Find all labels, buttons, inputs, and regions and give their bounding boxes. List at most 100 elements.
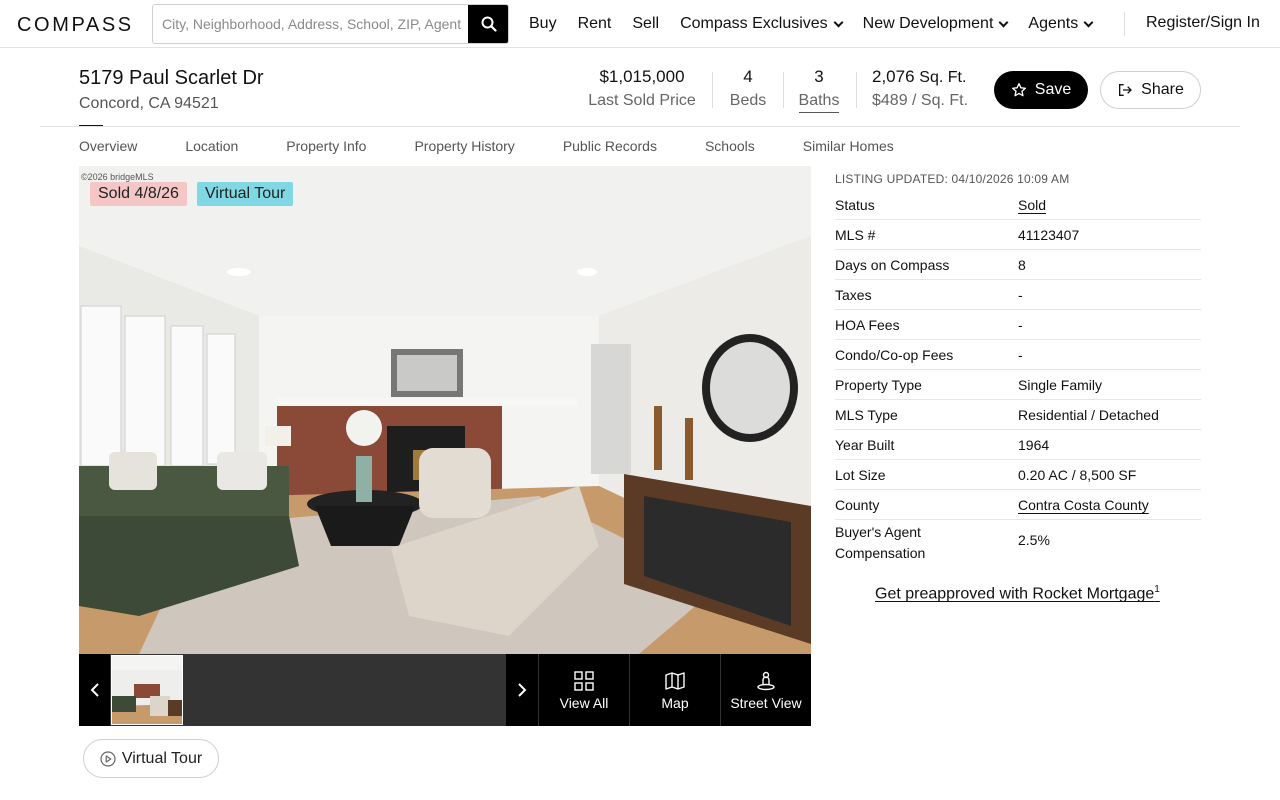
virtual-tour-badge[interactable]: Virtual Tour — [197, 182, 294, 206]
play-circle-icon — [100, 750, 116, 767]
filmstrip-prev-button[interactable] — [79, 654, 110, 726]
view-all-button[interactable]: View All — [539, 654, 629, 726]
table-row: Taxes - — [835, 280, 1201, 310]
status-link[interactable]: Sold — [1018, 197, 1046, 213]
table-row: County Contra Costa County — [835, 490, 1201, 520]
table-row: MLS Type Residential / Detached — [835, 400, 1201, 430]
tab-schools[interactable]: Schools — [705, 138, 755, 154]
table-row: Condo/Co-op Fees - — [835, 340, 1201, 370]
main-photo[interactable] — [79, 166, 811, 654]
nav-agents-label: Agents — [1028, 15, 1079, 32]
row-key: County — [835, 497, 880, 513]
row-key: Year Built — [835, 437, 895, 453]
tab-similar-homes[interactable]: Similar Homes — [803, 138, 894, 154]
virtual-tour-label: Virtual Tour — [121, 749, 203, 767]
tab-location[interactable]: Location — [185, 138, 238, 154]
row-value: 41123407 — [1018, 227, 1080, 243]
search-input[interactable] — [153, 5, 470, 43]
top-nav: COMPASS Buy Rent Sell Compass Exclusives… — [0, 0, 1280, 48]
county-link[interactable]: Contra Costa County — [1018, 497, 1149, 513]
nav-buy[interactable]: Buy — [529, 15, 557, 33]
save-label: Save — [1034, 81, 1072, 98]
search-button[interactable] — [468, 5, 508, 43]
rocket-mortgage-link[interactable]: Get preapproved with Rocket Mortgage1 — [875, 584, 1160, 603]
chevron-down-icon — [1083, 17, 1094, 27]
chevron-right-icon — [518, 683, 527, 697]
row-value: 2.5% — [1018, 532, 1050, 548]
chevron-left-icon — [90, 683, 99, 697]
tab-property-info[interactable]: Property Info — [286, 138, 366, 154]
filmstrip-next-button[interactable] — [506, 654, 538, 726]
nav-divider — [1124, 12, 1125, 36]
nav-new-development[interactable]: New Development — [863, 15, 1009, 33]
price-value: $1,015,000 — [599, 67, 685, 86]
stat-baths[interactable]: 3 Baths — [798, 67, 840, 113]
nav-buy-label: Buy — [529, 15, 557, 32]
address-line-1: 5179 Paul Scarlet Dr — [79, 67, 264, 89]
row-value: 0.20 AC / 8,500 SF — [1018, 467, 1137, 483]
row-value: - — [1018, 347, 1023, 363]
row-value: Single Family — [1018, 377, 1103, 393]
table-row: Property Type Single Family — [835, 370, 1201, 400]
row-key: Status — [835, 197, 875, 213]
save-button[interactable]: Save — [994, 71, 1088, 109]
sqft-value: 2,076 — [872, 67, 915, 86]
chevron-down-icon — [998, 17, 1009, 27]
row-key: Property Type — [835, 377, 922, 393]
stat-divider — [712, 72, 713, 108]
row-value: - — [1018, 287, 1023, 303]
table-row: Days on Compass 8 — [835, 250, 1201, 280]
row-key: MLS # — [835, 227, 876, 243]
street-view-label: Street View — [730, 695, 802, 711]
row-key: Condo/Co-op Fees — [835, 347, 954, 363]
stat-price: $1,015,000 Last Sold Price — [588, 67, 696, 110]
row-key: Taxes — [835, 287, 872, 303]
nav-compass-exclusives[interactable]: Compass Exclusives — [680, 15, 844, 33]
baths-label[interactable]: Baths — [798, 92, 840, 113]
nav-agents[interactable]: Agents — [1028, 15, 1094, 33]
nav-rent[interactable]: Rent — [578, 15, 612, 33]
tab-public-records[interactable]: Public Records — [563, 138, 657, 154]
chevron-down-icon — [833, 17, 844, 27]
street-view-button[interactable]: Street View — [721, 654, 811, 726]
tab-property-history[interactable]: Property History — [414, 138, 514, 154]
table-row: Lot Size 0.20 AC / 8,500 SF — [835, 460, 1201, 490]
details-table: Status Sold MLS # 41123407 Days on Compa… — [835, 190, 1201, 562]
table-row: Status Sold — [835, 190, 1201, 220]
rocket-mortgage-label: Get preapproved with Rocket Mortgage — [875, 585, 1155, 603]
street-view-icon — [757, 671, 775, 691]
star-icon — [1011, 83, 1026, 97]
virtual-tour-button[interactable]: Virtual Tour — [83, 739, 219, 778]
stat-sqft: 2,076 Sq. Ft. $489 / Sq. Ft. — [872, 67, 972, 110]
filmstrip-thumbnail[interactable] — [111, 655, 183, 725]
tab-overview[interactable]: Overview — [79, 138, 137, 154]
share-label: Share — [1141, 81, 1184, 98]
table-row: HOA Fees - — [835, 310, 1201, 340]
table-row: Buyer's Agent Compensation 2.5% — [835, 520, 1201, 562]
compass-logo[interactable]: COMPASS — [17, 14, 134, 37]
tabs-divider — [40, 126, 1240, 127]
row-key: Buyer's Agent Compensation — [835, 524, 926, 561]
footnote-marker: 1 — [1154, 584, 1160, 595]
section-tabs: Overview Location Property Info Property… — [79, 138, 942, 154]
nav-compass-exclusives-label: Compass Exclusives — [680, 15, 828, 32]
map-button[interactable]: Map — [630, 654, 720, 726]
nav-sell[interactable]: Sell — [632, 15, 659, 33]
table-row: MLS # 41123407 — [835, 220, 1201, 250]
row-key: HOA Fees — [835, 317, 900, 333]
address-line-2: Concord, CA 94521 — [79, 95, 219, 112]
share-button[interactable]: Share — [1100, 71, 1201, 109]
nav-links: Buy Rent Sell Compass Exclusives New Dev… — [529, 0, 1113, 48]
listing-updated: LISTING UPDATED: 04/10/2026 10:09 AM — [835, 172, 1070, 186]
search-icon — [481, 16, 497, 32]
row-value: Residential / Detached — [1018, 407, 1159, 423]
view-all-label: View All — [559, 695, 609, 711]
register-signin-link[interactable]: Register/Sign In — [1146, 14, 1260, 32]
stat-divider — [783, 72, 784, 108]
map-icon — [665, 672, 685, 690]
nav-rent-label: Rent — [577, 15, 612, 32]
price-label: Last Sold Price — [588, 92, 696, 109]
map-label: Map — [661, 695, 689, 711]
price-per-sqft: $489 / Sq. Ft. — [872, 92, 969, 109]
mls-watermark: ©2026 bridgeMLS — [81, 172, 154, 182]
